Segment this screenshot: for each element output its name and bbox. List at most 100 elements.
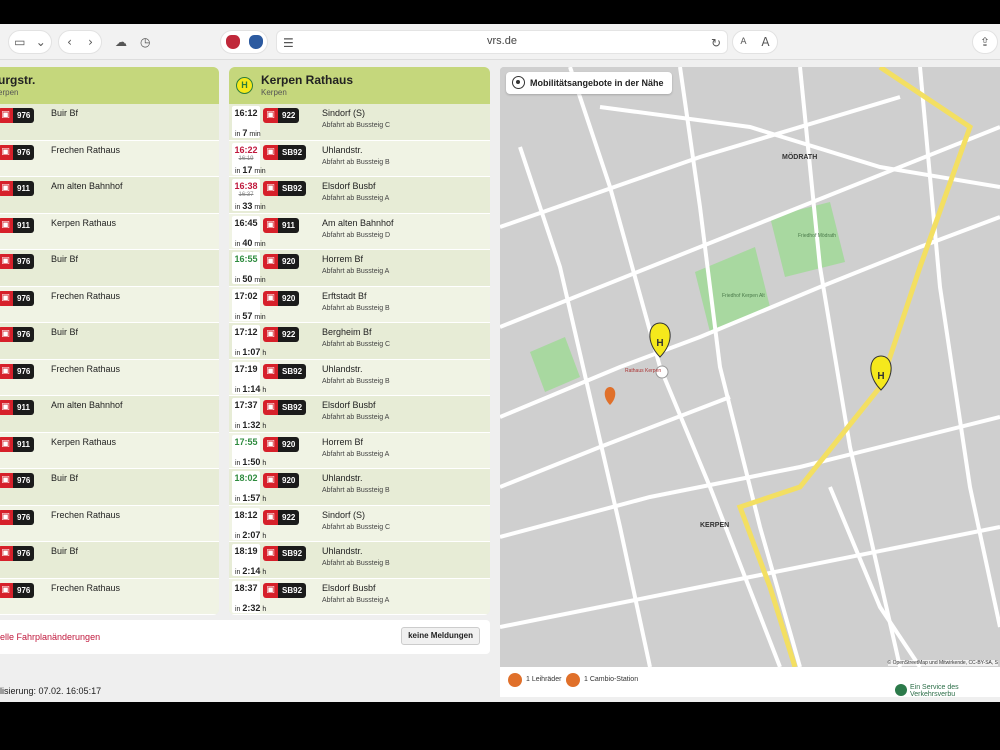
destination: Kerpen Rathaus bbox=[51, 436, 117, 447]
departure-row[interactable]: 16:22 16:19 in 17 min ▣ SB92 Uhlandstr. Abfahr… bbox=[229, 140, 490, 177]
time-box: 18:19 in 2:14 h bbox=[232, 544, 266, 576]
departure-row[interactable]: 16:12 in 7 min ▣ 922 Sindorf (S) Abfahrt ab B… bbox=[229, 104, 490, 141]
departure-row[interactable]: 16:38 16:37 in 33 min ▣ SB92 Elsdorf Busbf Abf… bbox=[229, 177, 490, 214]
history-icon[interactable]: ◷ bbox=[140, 30, 150, 54]
departure-row[interactable]: ▣ 976 Frechen Rathaus bbox=[0, 140, 219, 177]
wait-value: 2:14 bbox=[242, 566, 261, 576]
wait-time: in 50 min bbox=[235, 274, 266, 284]
departure-row[interactable]: 17:55 in 1:50 h ▣ 920 Horrem Bf Abfahrt ab Bu… bbox=[229, 432, 490, 469]
wait-unit: min bbox=[254, 204, 266, 211]
friedhof-label-2: Friedhof Mödrath bbox=[798, 233, 836, 239]
wait-prefix: in bbox=[235, 131, 241, 138]
bus-icon: ▣ bbox=[263, 363, 278, 379]
address-bar[interactable]: ☰ vrs.de ↻ bbox=[276, 30, 728, 54]
text-larger-button[interactable]: A bbox=[761, 30, 769, 54]
browser-toolbar: ▭ ⌄ ‹ › ☁ ◷ ☰ vrs.de ↻ A A ⇪ bbox=[0, 24, 1000, 60]
bus-icon: ▣ bbox=[263, 327, 278, 342]
nav-buttons: ‹ › bbox=[58, 30, 102, 54]
stop-subtitle: Kerpen bbox=[261, 88, 287, 97]
rathaus-label: Rathaus Kerpen bbox=[625, 368, 661, 374]
departure-row[interactable]: ▣ 976 Frechen Rathaus bbox=[0, 359, 219, 396]
line-number: 911 bbox=[13, 436, 34, 452]
line-badge: ▣ SB92 bbox=[263, 400, 307, 415]
departure-row[interactable]: ▣ 976 Frechen Rathaus bbox=[0, 578, 219, 615]
destination: Kerpen Rathaus bbox=[51, 217, 117, 228]
sidebar-toggle[interactable]: ▭ ⌄ bbox=[8, 30, 52, 54]
line-badge: ▣ 922 bbox=[263, 327, 300, 342]
forward-icon[interactable]: › bbox=[88, 30, 93, 54]
departure-row[interactable]: ▣ 976 Buir Bf bbox=[0, 104, 219, 141]
bay-info: Abfahrt ab Bussteig D bbox=[322, 231, 391, 239]
departure-row[interactable]: 18:19 in 2:14 h ▣ SB92 Uhlandstr. Abfahrt ab … bbox=[229, 542, 490, 579]
destination: Frechen Rathaus bbox=[51, 290, 121, 301]
departure-time: 17:02 bbox=[234, 290, 258, 301]
reload-icon[interactable]: ↻ bbox=[711, 31, 721, 55]
departure-time: 17:55 bbox=[234, 436, 258, 447]
line-number: 911 bbox=[13, 400, 34, 415]
wait-time: in 2:07 h bbox=[235, 530, 266, 540]
wait-unit: h bbox=[262, 605, 267, 613]
bay-info: Abfahrt ab Bussteig B bbox=[322, 158, 390, 166]
line-number: 920 bbox=[278, 290, 300, 306]
no-messages-button[interactable]: keine Meldungen bbox=[401, 627, 480, 645]
destination: Elsdorf Busbf bbox=[322, 181, 376, 191]
map-attribution[interactable]: © OpenStreetMap und Mitwirkende, CC-BY-S… bbox=[887, 660, 998, 666]
time-box: 16:38 16:37 in 33 min bbox=[232, 179, 266, 211]
departure-row[interactable]: ▣ 976 Frechen Rathaus bbox=[0, 286, 219, 323]
departure-row[interactable]: 18:12 in 2:07 h ▣ 922 Sindorf (S) Abfahrt ab … bbox=[229, 505, 490, 542]
departure-row[interactable]: ▣ 911 Am alten Bahnhof bbox=[0, 177, 219, 214]
stop-h-icon: H bbox=[236, 77, 253, 94]
back-icon[interactable]: ‹ bbox=[67, 30, 72, 54]
departure-row[interactable]: 17:19 in 1:14 h ▣ SB92 Uhlandstr. Abfahrt ab … bbox=[229, 359, 490, 396]
wait-prefix: in bbox=[235, 167, 241, 175]
departure-row[interactable]: ▣ 976 Buir Bf bbox=[0, 469, 219, 506]
wait-prefix: in bbox=[235, 496, 241, 503]
departure-row[interactable]: 18:37 in 2:32 h ▣ SB92 Elsdorf Busbf Abfahrt … bbox=[229, 578, 490, 615]
bus-icon: ▣ bbox=[263, 509, 278, 525]
destination: Elsdorf Busbf bbox=[322, 400, 376, 410]
service-link[interactable]: Ein Service des Verkehrsverbu bbox=[910, 684, 1000, 698]
bike-count[interactable]: 1 Leihräder bbox=[526, 676, 561, 683]
line-badge: ▣ SB92 bbox=[263, 582, 307, 598]
destination: Uhlandstr. bbox=[322, 144, 363, 155]
map[interactable]: MÖDRATH KERPEN Friedhof Kerpen Alt Fried… bbox=[500, 67, 1000, 667]
panel-header: H Kerpen Rathaus Kerpen bbox=[229, 67, 490, 104]
mobility-options-button[interactable]: Mobilitätsangebote in der Nähe bbox=[506, 72, 672, 94]
departure-row[interactable]: ▣ 911 Am alten Bahnhof bbox=[0, 396, 219, 433]
timetable-changes-bar: elle Fahrplanänderungen keine Meldungen bbox=[0, 620, 490, 654]
map-canvas[interactable]: MÖDRATH KERPEN Friedhof Kerpen Alt Fried… bbox=[500, 67, 1000, 667]
marker-h: H bbox=[656, 338, 663, 349]
departure-row[interactable]: 17:02 in 57 min ▣ 920 Erftstadt Bf Abfahrt ab… bbox=[229, 286, 490, 323]
departure-row[interactable]: 16:45 in 40 min ▣ 911 Am alten Bahnhof Abfahr… bbox=[229, 213, 490, 250]
departure-row[interactable]: 17:12 in 1:07 h ▣ 922 Bergheim Bf Abfahrt ab … bbox=[229, 323, 490, 360]
departure-row[interactable]: 17:37 in 1:32 h ▣ SB92 Elsdorf Busbf Abfahrt … bbox=[229, 396, 490, 433]
bus-icon: ▣ bbox=[263, 108, 278, 123]
cambio-count[interactable]: 1 Cambio-Station bbox=[584, 676, 638, 683]
line-number: SB92 bbox=[278, 582, 307, 598]
departure-row[interactable]: 16:55 in 50 min ▣ 920 Horrem Bf Abfahrt ab Bu… bbox=[229, 250, 490, 287]
wait-prefix: in bbox=[235, 313, 241, 321]
shield-extension-icon-2[interactable] bbox=[248, 35, 263, 49]
bus-icon: ▣ bbox=[0, 400, 13, 415]
bus-icon: ▣ bbox=[263, 400, 278, 415]
cloud-icon[interactable]: ☁ bbox=[115, 30, 127, 54]
destination: Buir Bf bbox=[51, 473, 79, 483]
bus-icon: ▣ bbox=[263, 436, 278, 452]
line-badge: ▣ 976 bbox=[0, 144, 35, 160]
destination: Sindorf (S) bbox=[322, 509, 366, 520]
departure-row[interactable]: ▣ 976 Buir Bf bbox=[0, 323, 219, 360]
text-smaller-button[interactable]: A bbox=[740, 30, 746, 54]
departure-row[interactable]: ▣ 976 Frechen Rathaus bbox=[0, 505, 219, 542]
shield-extension-icon[interactable] bbox=[225, 35, 240, 49]
share-button[interactable]: ⇪ bbox=[972, 30, 998, 54]
departure-row[interactable]: ▣ 911 Kerpen Rathaus bbox=[0, 213, 219, 250]
line-badge: ▣ 920 bbox=[263, 290, 300, 306]
extensions bbox=[220, 30, 268, 54]
chevron-down-icon: ⌄ bbox=[35, 35, 46, 49]
departure-row[interactable]: ▣ 976 Buir Bf bbox=[0, 542, 219, 579]
departure-row[interactable]: ▣ 976 Buir Bf bbox=[0, 250, 219, 287]
bus-icon: ▣ bbox=[263, 290, 278, 306]
bus-icon: ▣ bbox=[0, 327, 13, 342]
departure-row[interactable]: 18:02 in 1:57 h ▣ 920 Uhlandstr. Abfahrt ab B… bbox=[229, 469, 490, 506]
departure-row[interactable]: ▣ 911 Kerpen Rathaus bbox=[0, 432, 219, 469]
